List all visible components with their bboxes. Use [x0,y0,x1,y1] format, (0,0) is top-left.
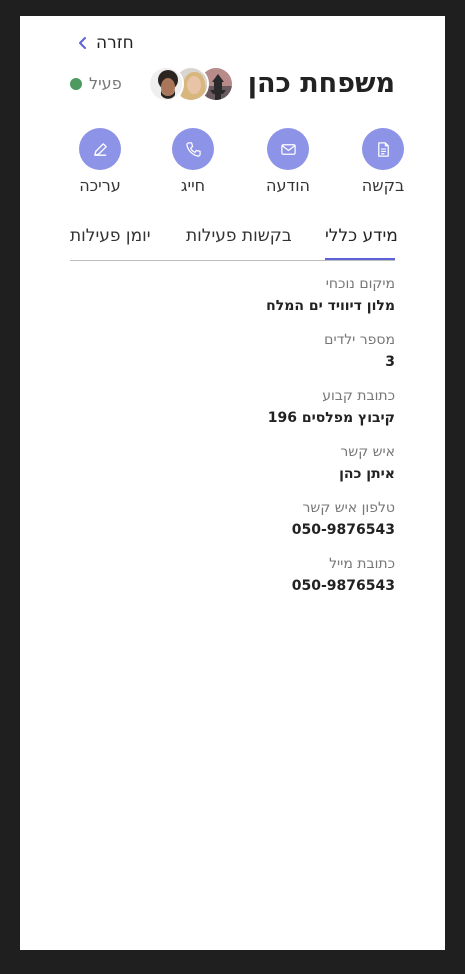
field-value: 050-9876543 [291,578,395,594]
field-label: טלפון איש קשר [302,500,395,516]
back-label: חזרה [96,33,134,53]
field-value: איתן כהן [339,466,395,482]
edit-button[interactable]: עריכה [70,128,130,195]
phone-icon [185,141,201,157]
status-text: פעיל [89,74,122,93]
info-field-contact: איש קשר איתן כהן [70,442,395,486]
tab-active-requests[interactable]: בקשות פעילות [186,224,292,260]
field-value: 050-9876543 [291,522,395,538]
field-label: כתובת מייל [329,556,395,572]
request-label: בקשה [361,176,405,195]
field-label: איש קשר [340,444,395,460]
tab-activity-log[interactable]: יומן פעילות [70,224,151,260]
field-label: מיקום נוכחי [325,276,395,292]
info-list: מיקום נוכחי מלון דיוויד ים המלח מספר ילד… [70,274,395,610]
status-badge: פעיל [70,74,122,93]
field-label: כתובת קבוע [322,388,395,404]
back-button[interactable]: חזרה [76,32,134,54]
pencil-icon [93,142,107,156]
avatar [148,66,184,102]
message-button[interactable]: הודעה [258,128,318,195]
family-detail-panel: חזרה משפחת כהן פעיל עריכה חייג הודעה בקש… [20,16,445,950]
call-label: חייג [180,176,206,195]
tab-bar: יומן פעילות בקשות פעילות מידע כללי [70,224,398,261]
status-dot [70,77,82,90]
page-title: משפחת כהן [247,68,395,99]
info-field-children: מספר ילדים 3 [70,330,395,374]
info-field-email: כתובת מייל 050-9876543 [70,554,395,598]
action-bar: עריכה חייג הודעה בקשה [70,128,404,198]
avatar-group [148,66,234,104]
tab-general-info[interactable]: מידע כללי [325,224,398,260]
mail-icon [280,143,296,155]
message-label: הודעה [265,176,310,195]
field-value: מלון דיוויד ים המלח [266,298,395,314]
field-label: מספר ילדים [324,332,395,348]
call-button[interactable]: חייג [163,128,223,195]
info-field-location: מיקום נוכחי מלון דיוויד ים המלח [70,274,395,318]
document-icon [377,141,389,157]
chevron-left-icon [79,37,86,49]
request-button[interactable]: בקשה [353,128,413,195]
info-field-contact-phone: טלפון איש קשר 050-9876543 [70,498,395,542]
field-value: קיבוץ מפלסים 196 [267,410,395,426]
edit-label: עריכה [79,176,121,195]
field-value: 3 [385,354,395,370]
info-field-address: כתובת קבוע קיבוץ מפלסים 196 [70,386,395,430]
